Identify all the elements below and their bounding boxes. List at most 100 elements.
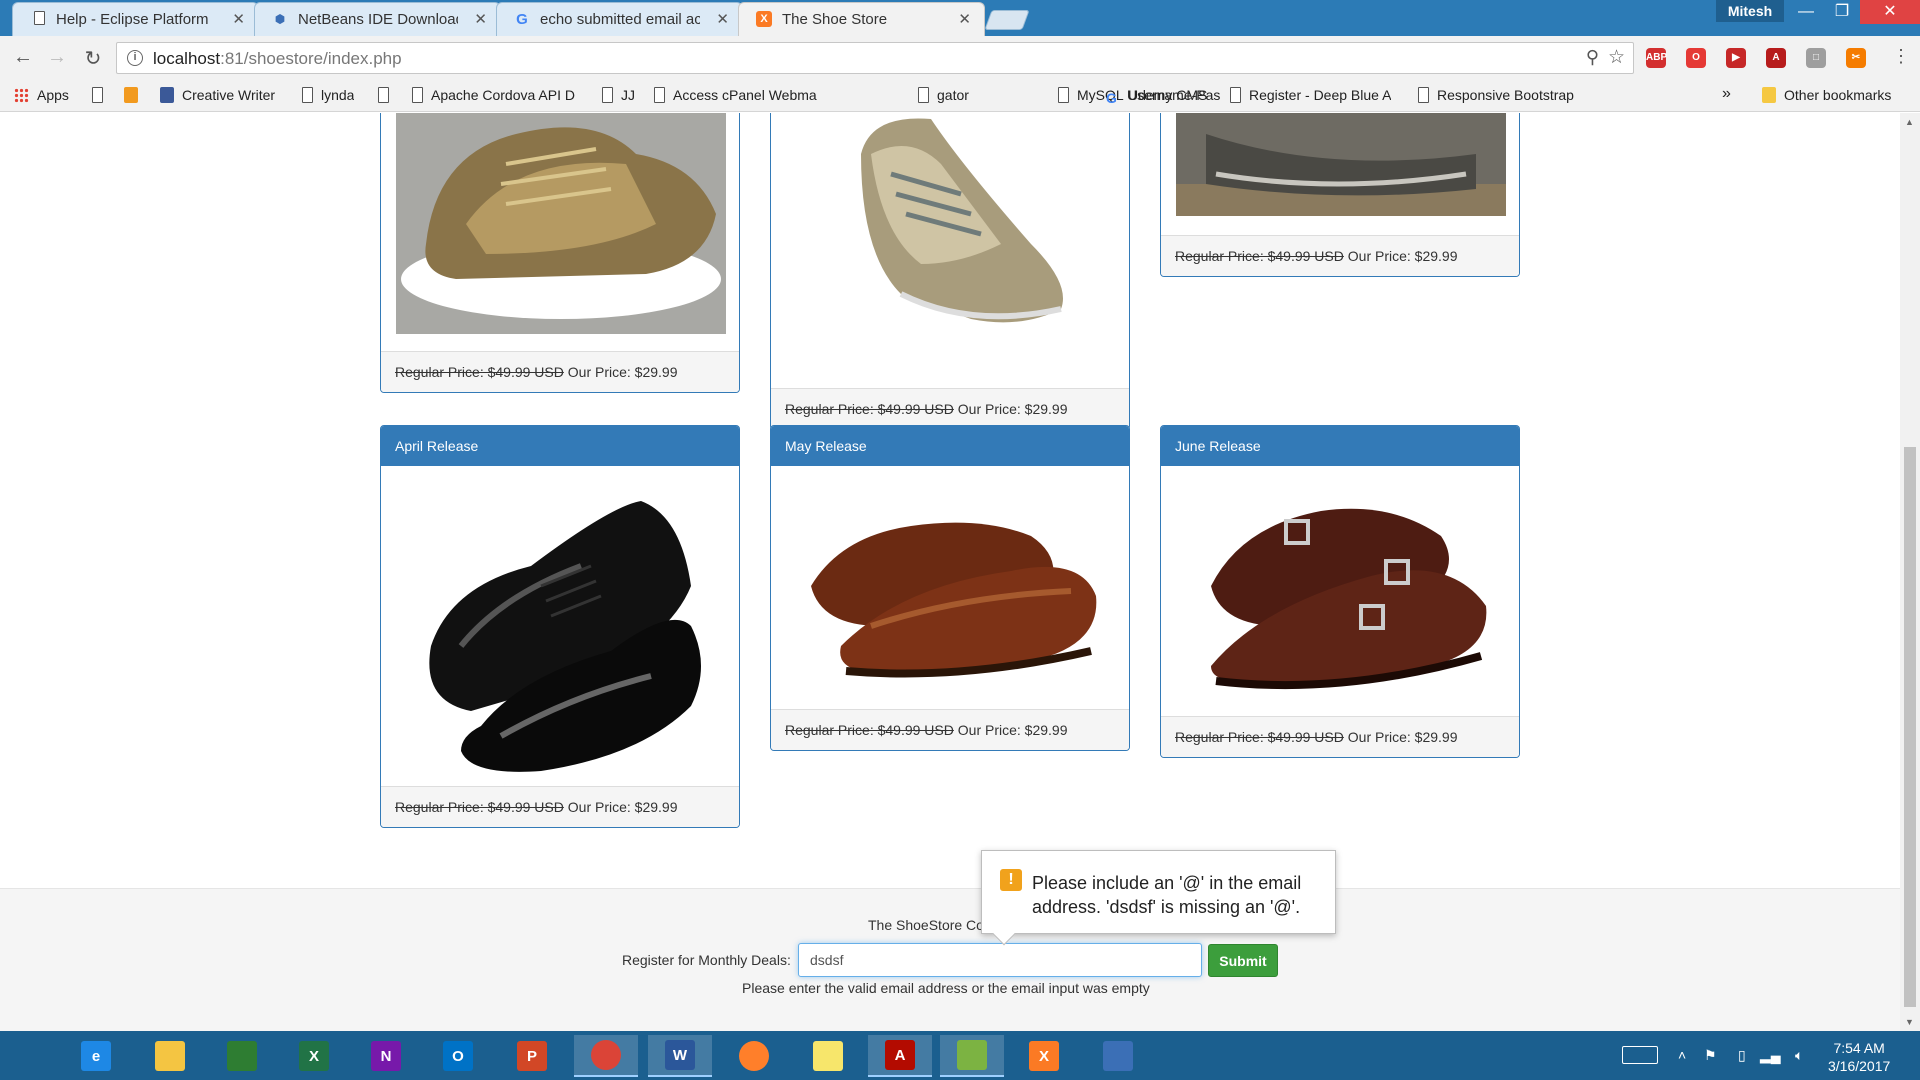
internet-explorer-icon[interactable]: e: [64, 1035, 128, 1077]
bookmark-item[interactable]: Apache Cordova API D: [412, 87, 575, 103]
reload-icon[interactable]: ↻: [80, 46, 106, 71]
regular-price: Regular Price: $49.99 USD: [1175, 248, 1344, 264]
extension-icon[interactable]: ✂: [1846, 48, 1866, 68]
extension-icon[interactable]: A: [1766, 48, 1786, 68]
bookmark-item[interactable]: [124, 87, 146, 103]
excel-icon[interactable]: X: [282, 1035, 346, 1077]
close-window-button[interactable]: ✕: [1860, 0, 1920, 24]
restore-button[interactable]: ❐: [1822, 0, 1862, 24]
submit-button[interactable]: Submit: [1208, 944, 1278, 977]
close-tab-icon[interactable]: ✕: [474, 10, 487, 28]
file-explorer-icon[interactable]: [138, 1035, 202, 1077]
taskbar-app-glyph: X: [299, 1041, 329, 1071]
tab-title: The Shoe Store: [782, 11, 888, 28]
product-panel: Regular Price: $49.99 USD Our Price: $29…: [1160, 113, 1520, 277]
tray-expand-icon[interactable]: ˄: [1678, 1047, 1686, 1063]
validation-tooltip: ! Please include an '@' in the email add…: [981, 850, 1336, 946]
word-icon[interactable]: W: [648, 1035, 712, 1077]
extension-icon[interactable]: □: [1806, 48, 1826, 68]
taskbar-app-glyph: A: [885, 1040, 915, 1070]
url-text[interactable]: localhost:81/shoestore/index.php: [153, 49, 402, 69]
close-tab-icon[interactable]: ✕: [958, 10, 971, 28]
tab-eclipse-help[interactable]: Help - Eclipse Platform ✕: [12, 2, 259, 36]
bookmark-item[interactable]: [378, 87, 397, 103]
other-bookmarks[interactable]: Other bookmarks: [1762, 87, 1891, 103]
tab-netbeans[interactable]: ⬢ NetBeans IDE Download ✕: [254, 2, 501, 36]
close-tab-icon[interactable]: ✕: [716, 10, 729, 28]
bookmark-item[interactable]: JJ: [602, 87, 635, 103]
menu-kebab-icon[interactable]: ⋮: [1888, 46, 1914, 67]
onenote-icon[interactable]: N: [354, 1035, 418, 1077]
page-icon: [378, 87, 389, 103]
extension-icon[interactable]: O: [1686, 48, 1706, 68]
bookmark-item[interactable]: Apps: [14, 87, 69, 103]
taskbar-app-glyph: [155, 1041, 185, 1071]
volume-icon[interactable]: 🔈︎: [1795, 1047, 1803, 1064]
close-tab-icon[interactable]: ✕: [232, 10, 245, 28]
keyboard-icon[interactable]: [1622, 1046, 1658, 1064]
panel-title: June Release: [1161, 426, 1519, 466]
price-line: Regular Price: $49.99 USD Our Price: $29…: [771, 388, 1129, 429]
our-price: Our Price: $29.99: [1347, 729, 1458, 745]
xampp-icon[interactable]: X: [1012, 1035, 1076, 1077]
vertical-scrollbar[interactable]: ▲ ▼: [1900, 113, 1920, 1031]
tab-google-search[interactable]: G echo submitted email ac ✕: [496, 2, 743, 36]
site-info-icon[interactable]: i: [127, 50, 143, 66]
clock-time: 7:54 AM: [1833, 1040, 1885, 1056]
back-arrow-icon[interactable]: ←: [10, 46, 36, 69]
bookmark-item[interactable]: Responsive Bootstrap: [1418, 87, 1574, 103]
bookmark-item[interactable]: [92, 87, 111, 103]
browser-toolbar: ← → ↻ i localhost:81/shoestore/index.php…: [0, 36, 1920, 80]
virtualbox-icon[interactable]: [1086, 1035, 1150, 1077]
bookmark-item[interactable]: Access cPanel Webma: [654, 87, 817, 103]
extension-icon[interactable]: ▶: [1726, 48, 1746, 68]
email-input[interactable]: [798, 943, 1202, 977]
bookmark-item[interactable]: G Udemy CMS: [1106, 87, 1207, 106]
store-icon[interactable]: [210, 1035, 274, 1077]
system-clock[interactable]: 7:54 AM 3/16/2017: [1828, 1039, 1890, 1075]
tab-title: Help - Eclipse Platform: [56, 11, 209, 28]
page-icon: [918, 87, 929, 103]
scroll-down-icon[interactable]: ▼: [1905, 1017, 1914, 1027]
price-line: Regular Price: $49.99 USD Our Price: $29…: [381, 786, 739, 827]
forward-arrow-icon[interactable]: →: [44, 46, 70, 69]
tab-shoe-store[interactable]: X The Shoe Store ✕: [738, 2, 985, 36]
bookmarks-overflow-icon[interactable]: »: [1722, 85, 1731, 103]
bookmark-item[interactable]: lynda: [302, 87, 354, 103]
chrome-icon[interactable]: [574, 1035, 638, 1077]
page-icon: [302, 87, 313, 103]
extension-icon[interactable]: ABP: [1646, 48, 1667, 68]
network-icon[interactable]: ▂▄: [1760, 1047, 1781, 1064]
profile-button[interactable]: Mitesh: [1716, 0, 1784, 22]
site-footer: The ShoeStore Co Register for Monthly De…: [0, 888, 1900, 1031]
scroll-up-icon[interactable]: ▲: [1905, 117, 1914, 127]
bookmark-star-icon[interactable]: ☆: [1608, 46, 1625, 69]
email-error-text: Please enter the valid email address or …: [742, 980, 1150, 996]
flag-icon[interactable]: ⚑: [1704, 1047, 1717, 1064]
page-icon: [412, 87, 423, 103]
zoom-icon[interactable]: ⚲: [1586, 47, 1599, 68]
sticky-notes-icon[interactable]: [796, 1035, 860, 1077]
new-tab-button[interactable]: [984, 10, 1030, 30]
title-bar: Help - Eclipse Platform ✕ ⬢ NetBeans IDE…: [0, 0, 1920, 36]
notepad-icon[interactable]: [940, 1035, 1004, 1077]
tab-title: echo submitted email ac: [540, 11, 700, 28]
bookmark-item[interactable]: Creative Writer: [160, 87, 275, 103]
scrollbar-thumb[interactable]: [1904, 447, 1916, 1007]
xampp-icon: X: [756, 11, 772, 27]
bookmark-item[interactable]: Register - Deep Blue A: [1230, 87, 1391, 103]
bookmark-item[interactable]: gator: [918, 87, 969, 103]
worn-shoe-image: [1176, 113, 1506, 216]
minimize-button[interactable]: —: [1786, 0, 1826, 24]
facebook-icon: [160, 87, 174, 103]
our-price: Our Price: $29.99: [1347, 248, 1458, 264]
start-icon[interactable]: [0, 1035, 64, 1077]
acrobat-icon[interactable]: A: [868, 1035, 932, 1077]
taskbar-app-glyph: O: [443, 1041, 473, 1071]
powerpoint-icon[interactable]: P: [500, 1035, 564, 1077]
price-line: Regular Price: $49.99 USD Our Price: $29…: [771, 709, 1129, 750]
address-bar[interactable]: i localhost:81/shoestore/index.php ⚲ ☆: [116, 42, 1634, 74]
battery-icon[interactable]: ▯: [1738, 1047, 1746, 1064]
firefox-icon[interactable]: [722, 1035, 786, 1077]
outlook-icon[interactable]: O: [426, 1035, 490, 1077]
